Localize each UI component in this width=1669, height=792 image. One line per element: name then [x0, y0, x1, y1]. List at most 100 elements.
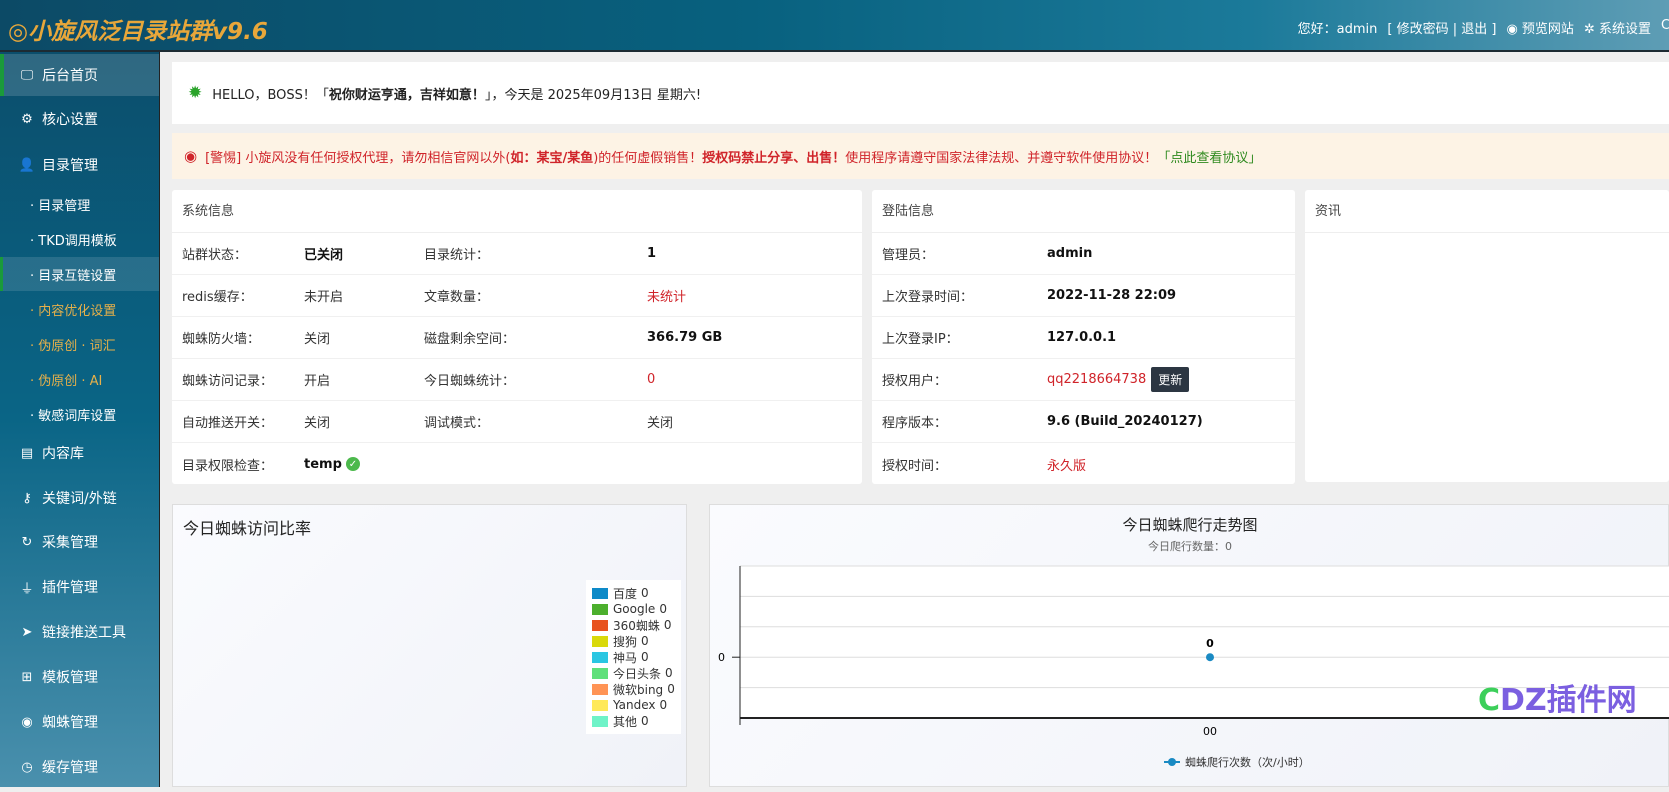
- sidebar-subitem-5[interactable]: · 伪原创 · AI: [0, 362, 159, 396]
- sidebar-item-7[interactable]: ➤ 链接推送工具: [0, 611, 159, 653]
- panel-title: 系统信息: [172, 190, 862, 233]
- sidebar-item-1[interactable]: ⚙ 核心设置: [0, 98, 159, 140]
- spider-ratio-chart: 今日蜘蛛访问比率 百度 0 Google 0 360蜘蛛 0 搜狗 0 神马 0 今日头条 0 微软bi…: [172, 504, 687, 787]
- info-label: 管理员：: [882, 248, 935, 263]
- legend-label: 其他: [613, 714, 638, 729]
- sun-icon: ✹: [188, 83, 203, 103]
- legend-value: 0: [667, 682, 675, 696]
- panel-title: 资讯: [1305, 190, 1669, 233]
- legend-item[interactable]: 百度 0: [592, 585, 675, 601]
- table-row: 蜘蛛访问记录： 开启 今日蜘蛛统计： 0: [172, 359, 862, 401]
- sidebar-subitem-1[interactable]: · TKD调用模板: [0, 222, 159, 256]
- info-k1: 站群状态：: [182, 248, 248, 263]
- sidebar-item-5[interactable]: ↻ 采集管理: [0, 521, 159, 563]
- info-value: 127.0.0.1: [1047, 330, 1117, 345]
- watermark-logo: CDZ插件网: [1478, 683, 1637, 718]
- sidebar-item-4[interactable]: ⚷ 关键词/外链: [0, 477, 159, 519]
- legend-value: 0: [641, 714, 649, 728]
- app-logo[interactable]: ◎小旋风泛目录站群v9.6: [8, 12, 268, 46]
- more-icon[interactable]: C: [1661, 18, 1669, 37]
- legend-item[interactable]: 今日头条 0: [592, 665, 675, 681]
- logout-link[interactable]: | 退出 ]: [1453, 22, 1497, 37]
- info-v1: 关闭: [304, 332, 331, 347]
- legend-item[interactable]: Google 0: [592, 601, 675, 617]
- sidebar-subitem-0[interactable]: · 目录管理: [0, 187, 159, 221]
- legend-value: 0: [641, 634, 649, 648]
- legend-value: 0: [641, 650, 649, 664]
- legend-label[interactable]: 蜘蛛爬行次数（次/小时）: [1185, 755, 1310, 769]
- view-agreement-link[interactable]: 「点此查看协议」: [1157, 147, 1261, 166]
- info-k1: 蜘蛛访问记录：: [182, 374, 274, 389]
- info-label: 授权用户：: [882, 374, 948, 389]
- sidebar-item-8[interactable]: ⊞ 模板管理: [0, 656, 159, 698]
- legend-label: 今日头条: [613, 666, 662, 681]
- info-v1: 未开启: [304, 290, 344, 305]
- legend-item[interactable]: 搜狗 0: [592, 633, 675, 649]
- legend-item[interactable]: 神马 0: [592, 649, 675, 665]
- system-info-panel: 系统信息 站群状态： 已关闭 目录统计： 1 redis缓存： 未开启 文章数量： 未统计 蜘蛛…: [172, 190, 862, 484]
- info-k2: 调试模式：: [424, 416, 490, 431]
- info-value: admin: [1047, 246, 1093, 261]
- legend-swatch: [592, 603, 608, 615]
- data-point[interactable]: [1206, 653, 1214, 662]
- legend-item[interactable]: 360蜘蛛 0: [592, 617, 675, 633]
- sidebar-item-9[interactable]: ◉ 蜘蛛管理: [0, 701, 159, 743]
- user-icon: 👤: [18, 157, 36, 173]
- table-row: 授权用户： qq2218664738 更新: [872, 359, 1295, 401]
- info-k1: 蜘蛛防火墙：: [182, 332, 261, 347]
- windows-icon: ⊞: [21, 669, 33, 685]
- sidebar-subitem-4[interactable]: · 伪原创 · 词汇: [0, 327, 159, 361]
- legend-swatch: [592, 699, 608, 711]
- table-row: 蜘蛛防火墙： 关闭 磁盘剩余空间： 366.79 GB: [172, 317, 862, 359]
- info-value: qq2218664738: [1047, 372, 1147, 387]
- system-settings-link[interactable]: ✲ 系统设置: [1584, 18, 1651, 37]
- legend-swatch: [592, 651, 608, 663]
- info-v2: 366.79 GB: [647, 330, 723, 345]
- sidebar-subitem-2[interactable]: · 目录互链设置: [0, 257, 159, 291]
- info-k1: 目录权限检查：: [182, 458, 274, 474]
- legend-item[interactable]: 其他 0: [592, 713, 675, 729]
- legend-value: 0: [659, 698, 668, 712]
- android-icon: ◉: [21, 714, 33, 730]
- legend-value: 0: [659, 602, 667, 616]
- spider-trend-chart: 今日蜘蛛爬行走势图 今日爬行数量：0 0 00 0 蜘蛛爬行次数（次/小时） CDZ插件网: [709, 504, 1669, 787]
- legend-label: Yandex: [613, 698, 656, 712]
- preview-site-link[interactable]: ◉ 预览网站: [1506, 18, 1574, 37]
- legend-label: 搜狗: [613, 634, 638, 649]
- legend-label: 百度: [613, 586, 638, 601]
- info-v1: 关闭: [304, 416, 331, 431]
- legend-label: 360蜘蛛: [613, 618, 660, 633]
- legend-item[interactable]: Yandex 0: [592, 697, 675, 713]
- list-icon: ▤: [20, 445, 34, 461]
- refresh-icon: ↻: [21, 534, 33, 550]
- sidebar-item-3[interactable]: ▤ 内容库: [0, 432, 159, 474]
- chart-title: 今日蜘蛛访问比率: [183, 519, 312, 538]
- info-k2: 目录统计：: [424, 248, 490, 263]
- sidebar-item-2[interactable]: 👤 目录管理: [0, 144, 159, 186]
- sidebar-item-6[interactable]: ⏚ 插件管理: [0, 566, 159, 608]
- sidebar-item-10[interactable]: ◷ 缓存管理: [0, 746, 159, 788]
- legend-swatch: [592, 587, 608, 599]
- table-row: 站群状态： 已关闭 目录统计： 1: [172, 233, 862, 275]
- top-header: ◎小旋风泛目录站群v9.6 您好：admin [ 修改密码 | 退出 ] ◉ 预…: [0, 0, 1669, 52]
- welcome-banner: ✹ HELLO，BOSS！「 祝你财运亨通，吉祥如意！ 」，今天是 2025年09月…: [172, 62, 1669, 124]
- change-password-link[interactable]: [ 修改密码: [1387, 22, 1448, 37]
- info-label: 上次登录时间：: [882, 290, 974, 305]
- chart-title: 今日蜘蛛爬行走势图: [1122, 516, 1257, 534]
- table-row: 程序版本： 9.6 (Build_20240127): [872, 401, 1295, 443]
- info-label: 授权时间：: [882, 458, 948, 474]
- info-label: 上次登录IP：: [882, 332, 959, 347]
- info-v2: 未统计: [647, 290, 687, 305]
- table-row: 管理员： admin: [872, 233, 1295, 275]
- info-v1: 已关闭: [304, 248, 344, 263]
- update-button[interactable]: 更新: [1151, 367, 1190, 392]
- warning-banner: ◉ [警惕] 小旋风没有任何授权代理，请勿相信官网以外(如：某宝/某鱼)的任何虚…: [172, 133, 1669, 179]
- sidebar-subitem-6[interactable]: · 敏感词库设置: [0, 397, 159, 431]
- info-v1: 开启: [304, 374, 331, 389]
- eye-icon: ◉: [1506, 22, 1518, 37]
- legend-item[interactable]: 微软bing 0: [592, 681, 675, 697]
- plug-icon: ⏚: [20, 581, 34, 597]
- gear-icon: ✲: [1583, 22, 1595, 37]
- sidebar-item-0[interactable]: 🖵 后台首页: [0, 54, 159, 96]
- sidebar-subitem-3[interactable]: · 内容优化设置: [0, 292, 159, 326]
